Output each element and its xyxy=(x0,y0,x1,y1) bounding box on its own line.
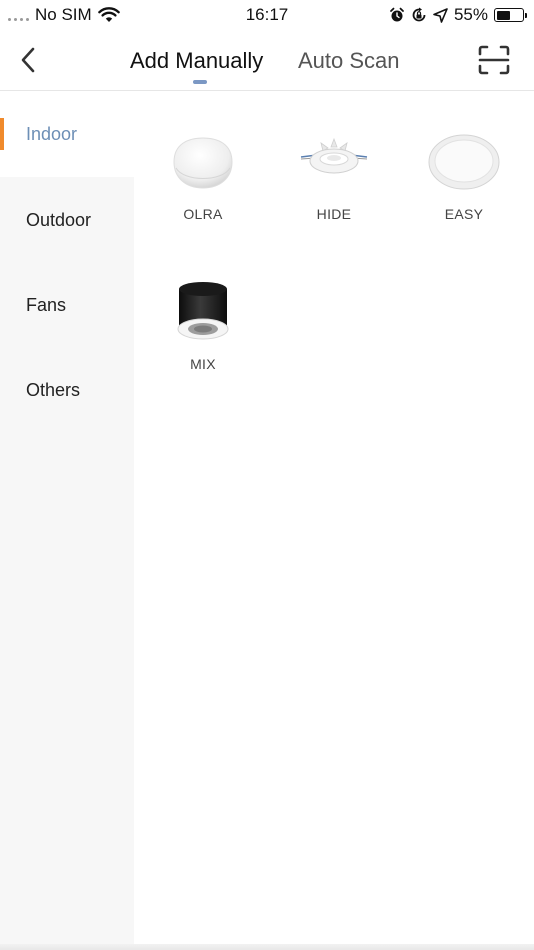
device-item-easy[interactable]: EASY xyxy=(404,124,524,264)
sidebar-item-others[interactable]: Others xyxy=(0,347,134,433)
sidebar-item-fans[interactable]: Fans xyxy=(0,262,134,348)
sidebar-item-label: Fans xyxy=(26,294,67,315)
battery-percentage: 55% xyxy=(453,5,488,24)
recessed-downlight-icon xyxy=(294,124,374,200)
scan-icon xyxy=(478,45,510,75)
category-sidebar: Indoor Outdoor Fans Others xyxy=(0,91,134,950)
device-label: OLRA xyxy=(183,206,223,222)
tab-auto-scan[interactable]: Auto Scan xyxy=(298,46,400,76)
bottom-edge xyxy=(0,944,534,950)
alarm-icon xyxy=(390,7,404,22)
device-item-olra[interactable]: OLRA xyxy=(143,124,263,264)
cylinder-spotlight-icon xyxy=(163,274,243,350)
sidebar-item-indoor[interactable]: Indoor xyxy=(0,91,134,177)
device-label: EASY xyxy=(444,206,484,222)
sidebar-item-label: Others xyxy=(26,379,81,400)
device-label: HIDE xyxy=(316,206,352,222)
nav-header: Add Manually Auto Scan xyxy=(0,30,534,91)
battery-level xyxy=(496,10,511,20)
sidebar-item-outdoor[interactable]: Outdoor xyxy=(0,177,134,263)
surface-light-icon xyxy=(163,124,243,200)
active-tab-indicator xyxy=(193,80,207,84)
flat-panel-light-icon xyxy=(424,124,504,200)
scan-qr-button[interactable] xyxy=(477,44,511,76)
back-button[interactable] xyxy=(14,44,42,76)
device-item-hide[interactable]: HIDE xyxy=(274,124,394,264)
location-icon xyxy=(433,7,448,23)
status-bar: No SIM 16:17 55% xyxy=(0,0,534,30)
tab-add-manually[interactable]: Add Manually xyxy=(130,46,263,76)
sidebar-item-label: Outdoor xyxy=(26,209,92,230)
sidebar-item-label: Indoor xyxy=(26,123,78,144)
rotation-lock-icon xyxy=(412,7,426,22)
active-category-marker xyxy=(0,118,4,150)
battery-icon xyxy=(494,8,527,22)
device-label: MIX xyxy=(190,356,216,372)
device-item-mix[interactable]: MIX xyxy=(143,274,263,414)
device-grid: OLRA HIDE EASY MIX xyxy=(134,91,534,950)
status-right: 55% xyxy=(389,5,527,25)
chevron-left-icon xyxy=(21,47,35,73)
